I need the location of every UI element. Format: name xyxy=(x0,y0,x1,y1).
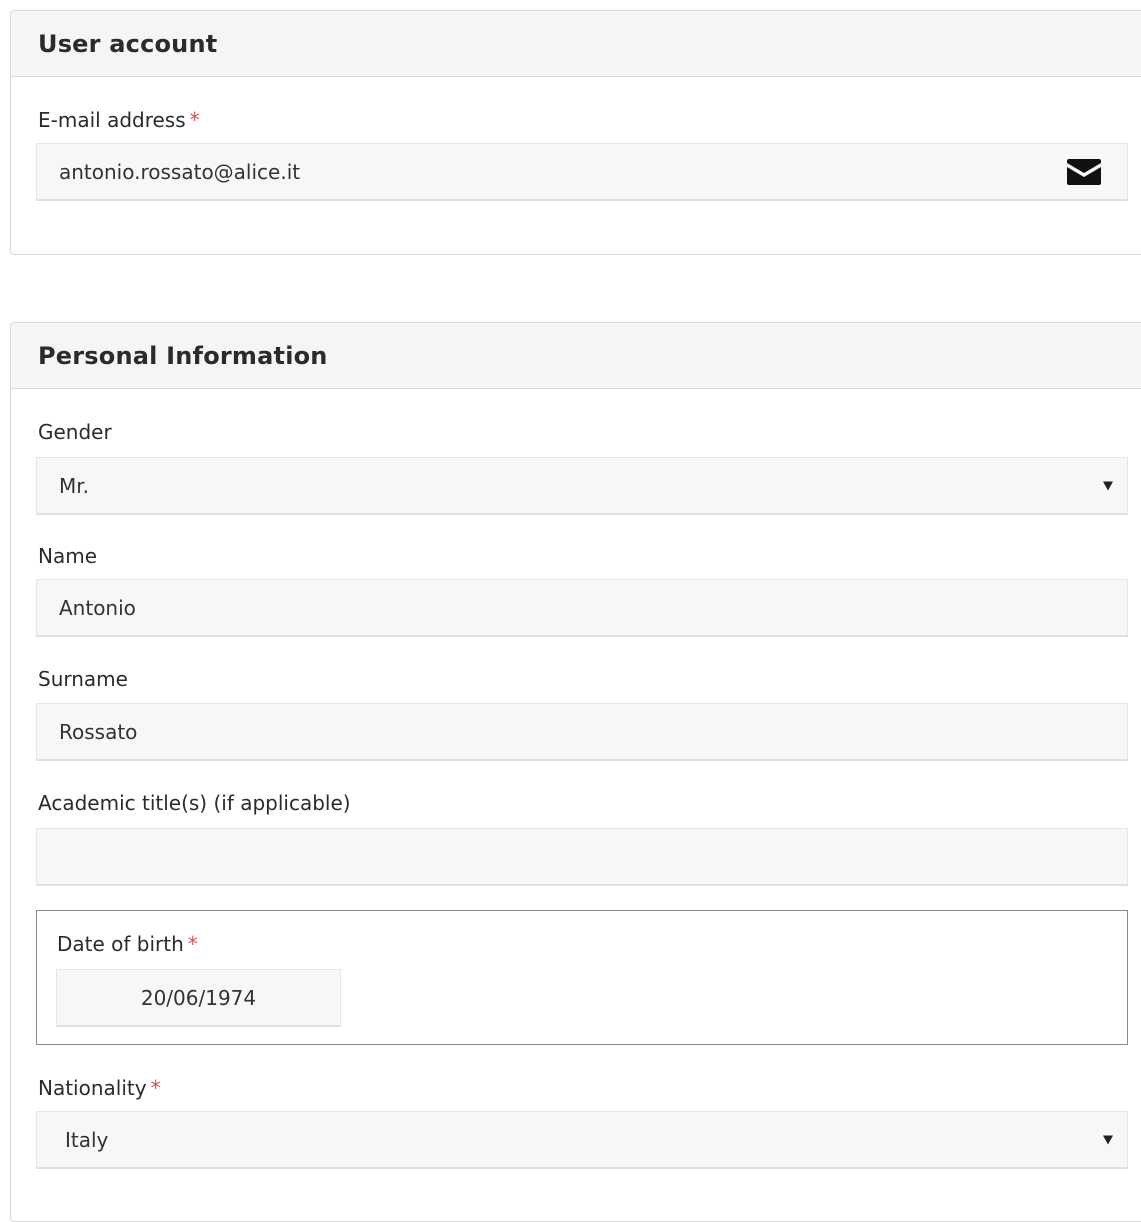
nationality-required-mark: * xyxy=(150,1076,161,1100)
email-label-text: E-mail address xyxy=(38,108,186,132)
chevron-down-icon xyxy=(1103,481,1113,490)
date-of-birth-required-mark: * xyxy=(187,932,198,956)
academic-title-label: Academic title(s) (if applicable) xyxy=(38,791,351,815)
nationality-selected-value: Italy xyxy=(65,1127,109,1152)
email-required-mark: * xyxy=(189,108,200,132)
personal-information-title: Personal Information xyxy=(38,341,328,370)
name-label: Name xyxy=(38,544,98,568)
gender-label: Gender xyxy=(38,420,112,444)
name-value: Antonio xyxy=(59,595,136,620)
nationality-label: Nationality * xyxy=(38,1076,161,1100)
nationality-label-text: Nationality xyxy=(38,1076,147,1100)
surname-label: Surname xyxy=(38,667,128,691)
email-input[interactable]: antonio.rossato@alice.it xyxy=(36,143,1128,201)
name-input[interactable]: Antonio xyxy=(36,579,1128,637)
gender-selected-value: Mr. xyxy=(59,473,89,498)
user-account-header: User account xyxy=(11,11,1141,77)
nationality-select[interactable]: Italy xyxy=(36,1111,1128,1169)
surname-value: Rossato xyxy=(59,719,138,744)
chevron-down-icon xyxy=(1103,1135,1113,1144)
email-label: E-mail address * xyxy=(38,108,200,132)
academic-title-input[interactable] xyxy=(36,828,1128,886)
user-account-title: User account xyxy=(38,29,218,58)
date-of-birth-input[interactable]: 20/06/1974 xyxy=(56,969,341,1027)
user-account-panel: User account xyxy=(10,10,1141,255)
surname-input[interactable]: Rossato xyxy=(36,703,1128,761)
email-value: antonio.rossato@alice.it xyxy=(59,159,301,184)
date-of-birth-value: 20/06/1974 xyxy=(140,985,257,1010)
date-of-birth-label: Date of birth * xyxy=(57,932,198,956)
gender-select[interactable]: Mr. xyxy=(36,457,1128,515)
date-of-birth-label-text: Date of birth xyxy=(57,932,184,956)
envelope-icon[interactable] xyxy=(1067,158,1101,185)
personal-information-header: Personal Information xyxy=(11,323,1141,389)
